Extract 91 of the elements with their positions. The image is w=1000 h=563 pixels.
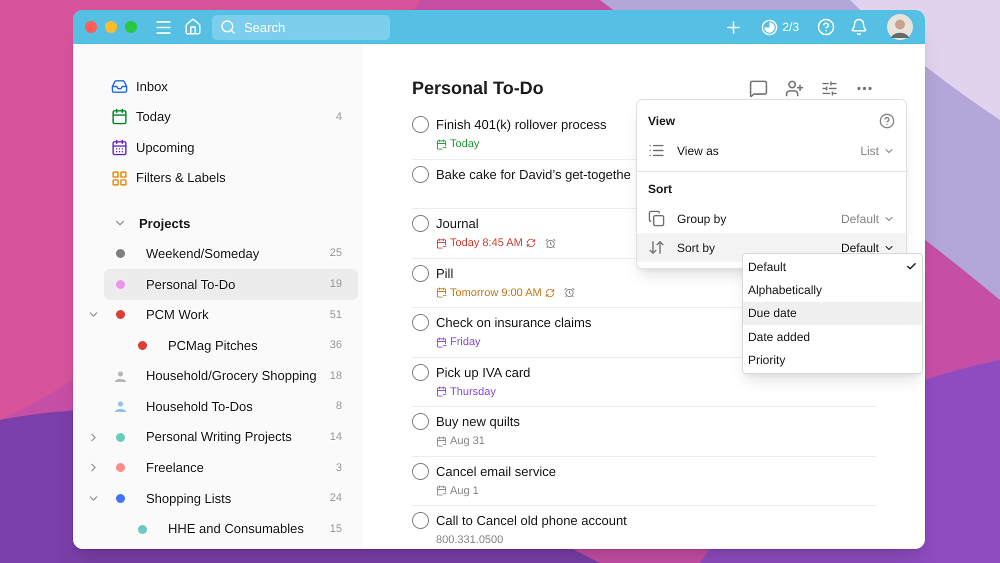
task-title: Check on insurance claims xyxy=(436,314,592,332)
project-item[interactable]: Household/Grocery Shopping 18 xyxy=(104,360,358,392)
project-item[interactable]: PCMag Pitches 36 xyxy=(104,330,358,361)
dropdown-value[interactable]: Default xyxy=(840,238,895,256)
nav-item[interactable]: Today 4 xyxy=(104,102,358,132)
section-title: View xyxy=(648,113,676,130)
task-checkbox[interactable] xyxy=(412,462,429,480)
menu-row[interactable]: View as List xyxy=(637,136,906,165)
group-icon xyxy=(648,210,665,227)
page-title: Personal To-Do xyxy=(412,76,544,100)
task-title: Buy new quilts xyxy=(436,413,520,431)
project-item[interactable]: Freelance 3 xyxy=(104,452,358,484)
notifications-icon[interactable] xyxy=(850,18,868,36)
task-count: 15 xyxy=(330,522,342,537)
dropdown-value[interactable]: Default xyxy=(840,210,895,228)
list-icon xyxy=(648,142,665,159)
menu-row[interactable]: Group by Default xyxy=(637,204,906,233)
project-item[interactable]: Personal Writing Projects 14 xyxy=(104,422,358,453)
project-item[interactable]: PCM Work 51 xyxy=(104,300,358,330)
search-icon xyxy=(220,18,236,34)
task-count: 18 xyxy=(330,368,342,384)
project-name: Freelance xyxy=(146,459,204,478)
nav-item[interactable]: Filters & Labels xyxy=(104,162,358,194)
task-title: Cancel email service xyxy=(436,462,556,480)
task-description: 800.331.0500 xyxy=(436,533,504,548)
karma-icon[interactable] xyxy=(761,18,778,36)
task-count: 24 xyxy=(330,491,342,506)
home-icon[interactable] xyxy=(184,18,202,36)
project-name: Weekend/Someday xyxy=(146,244,260,263)
project-name: Household/Grocery Shopping xyxy=(146,367,317,386)
due-date: Aug 1 xyxy=(450,484,479,498)
task-count: 25 xyxy=(330,246,342,262)
add-person-icon[interactable] xyxy=(785,78,804,98)
project-item[interactable]: Weekend/Someday 25 xyxy=(104,238,358,269)
sort-option[interactable]: Date added xyxy=(743,325,922,349)
task-title: Call to Cancel old phone account xyxy=(436,512,627,530)
task-checkbox[interactable] xyxy=(412,364,429,380)
project-item[interactable]: HHE and Consumables 15 xyxy=(104,514,358,544)
task-count: 3 xyxy=(336,460,342,476)
task-count: 8 xyxy=(336,399,342,414)
project-name: Household To-Dos xyxy=(146,398,253,416)
avatar[interactable] xyxy=(887,14,913,40)
task-checkbox[interactable] xyxy=(412,116,429,133)
sort-icon xyxy=(648,239,665,256)
sort-option[interactable]: Due date xyxy=(743,302,922,326)
task-count: 14 xyxy=(330,430,342,445)
search-field[interactable]: Search xyxy=(212,14,390,40)
task-count: 36 xyxy=(330,338,342,354)
due-date: Today 8:45 AM xyxy=(450,236,523,251)
due-date: Friday xyxy=(450,335,481,350)
sort-option[interactable]: Priority xyxy=(743,348,922,372)
task-count: 19 xyxy=(330,277,342,292)
task-title: Pill xyxy=(436,264,454,282)
dropdown-value[interactable]: List xyxy=(860,142,895,160)
task-title: Finish 401(k) rollover process xyxy=(436,116,607,134)
task-checkbox[interactable] xyxy=(412,413,429,430)
project-item[interactable]: Household To-Dos 8 xyxy=(104,391,358,422)
project-item[interactable]: Shopping Lists 24 xyxy=(104,483,358,514)
project-name: HHE and Consumables xyxy=(168,520,304,538)
calendar-icon xyxy=(111,108,128,126)
task-checkbox[interactable] xyxy=(412,166,429,182)
task-checkbox[interactable] xyxy=(412,314,429,331)
grid-icon xyxy=(111,170,128,187)
task-checkbox[interactable] xyxy=(412,215,429,232)
task-title: Pick up IVA card xyxy=(436,364,530,382)
project-name: PCMag Pitches xyxy=(168,336,258,355)
task-title: Bake cake for David’s get-togethe xyxy=(436,166,631,184)
projects-header[interactable]: Projects xyxy=(86,209,358,238)
project-name: Personal To-Do xyxy=(146,276,236,294)
task-count: 4 xyxy=(336,110,342,125)
project-name: PCM Work xyxy=(146,306,209,324)
comment-icon[interactable] xyxy=(749,78,768,98)
task-count: 51 xyxy=(330,308,342,323)
project-item[interactable]: Personal To-Do 19 xyxy=(104,268,358,300)
calendar-icon xyxy=(111,138,128,156)
help-icon[interactable] xyxy=(879,113,895,129)
settings-icon[interactable] xyxy=(821,80,838,96)
project-name: Personal Writing Projects xyxy=(146,428,292,446)
due-date: Today xyxy=(450,137,480,152)
sort-option[interactable]: Alphabetically xyxy=(743,278,922,302)
nav-item[interactable]: Upcoming xyxy=(104,132,358,163)
nav-item[interactable]: Inbox xyxy=(104,71,358,102)
section-title: Sort xyxy=(648,181,672,198)
inbox-icon xyxy=(111,78,128,95)
due-date: Thursday xyxy=(450,384,496,400)
task-title: Journal xyxy=(436,215,480,233)
due-date: Aug 31 xyxy=(450,434,485,449)
project-name: Shopping Lists xyxy=(146,490,232,508)
due-date: Tomorrow 9:00 AM xyxy=(450,286,542,300)
task-checkbox[interactable] xyxy=(412,512,429,529)
task-checkbox[interactable] xyxy=(412,264,429,282)
